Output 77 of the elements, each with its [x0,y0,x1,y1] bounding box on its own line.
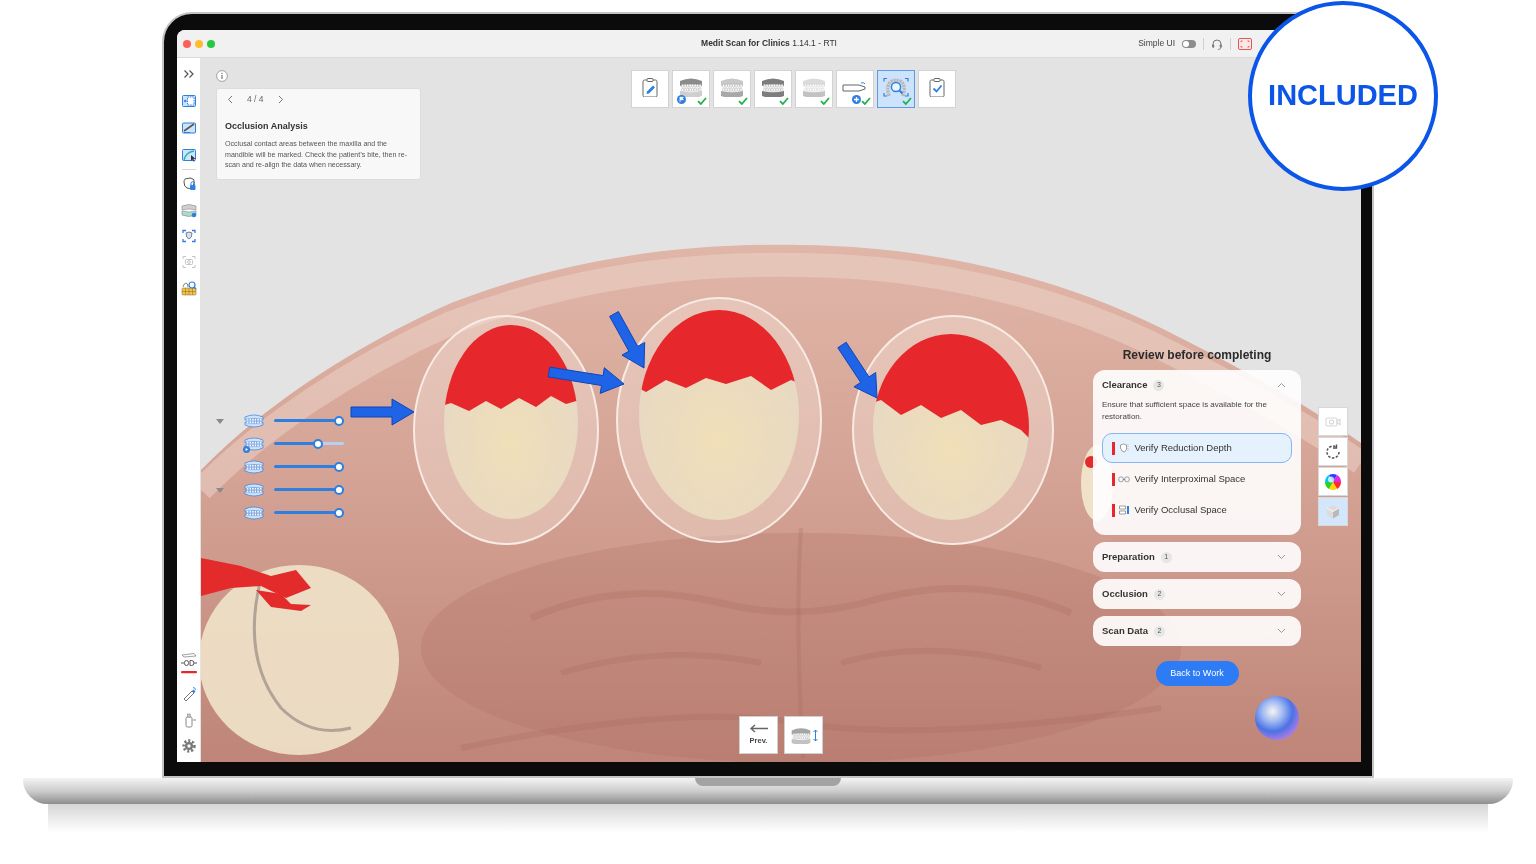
opacity-slider[interactable] [274,484,344,495]
page-indicator: 4 / 4 [247,92,264,106]
simple-ui-label: Simple UI [1138,37,1175,50]
included-badge: INCLUDED [1248,1,1438,191]
chevron-right-icon[interactable] [277,94,284,104]
rotate-icon [1324,442,1342,461]
curve-cursor-icon[interactable] [180,147,197,163]
pointer-arrow [350,398,415,426]
color-wheel-icon [1324,472,1342,491]
settings-icon[interactable] [180,738,197,754]
step-button[interactable] [672,70,710,108]
screen-frame-icon[interactable] [1238,37,1252,50]
bite-view-button[interactable] [784,716,823,754]
tooth-lock-icon[interactable] [180,176,197,192]
gradient-orb-icon[interactable] [1254,695,1300,741]
view-button[interactable] [1318,467,1348,496]
teeth-icon [789,726,812,744]
checklist-item[interactable]: Verify Interproximal Space [1102,464,1292,494]
slider-thumb[interactable] [313,438,323,449]
cube-icon [1324,502,1342,521]
slider-thumb[interactable] [334,484,344,495]
section-title: Scan Data [1102,623,1148,638]
checklist-item[interactable]: Verify Reduction Depth [1102,433,1292,463]
plus-badge-icon [852,95,861,104]
teeth-icon [760,77,786,97]
expand-triangle-icon[interactable] [216,416,224,425]
view-button[interactable] [1318,437,1348,466]
slider-thumb[interactable] [334,507,344,518]
expand-triangle-icon[interactable] [216,485,224,494]
guide-title: Occlusion Analysis [225,121,309,132]
window-title: Medit Scan for Clinics 1.14.1 - RTI [701,37,837,50]
teeth-icon [801,77,827,97]
step-button[interactable] [836,70,874,108]
section-title: Occlusion [1102,586,1148,601]
chevron-down-icon[interactable] [1277,628,1286,634]
simple-ui-toggle[interactable] [1182,39,1196,48]
step-button[interactable] [631,70,669,108]
left-arrow-icon [748,723,769,733]
review-title: Review before completing [1121,347,1273,364]
zoom-icon[interactable] [207,39,215,48]
step-button[interactable] [918,70,956,108]
opacity-slider[interactable] [274,415,344,426]
section-title: Clearance [1102,377,1148,392]
headset-icon[interactable] [1211,37,1223,50]
section-description: Ensure that sufficient space is available for the restoration. [1102,399,1268,423]
opacity-slider[interactable] [274,507,344,518]
close-icon[interactable] [183,39,191,48]
opacity-slider[interactable] [274,461,344,472]
chevron-up-icon[interactable] [1277,382,1286,388]
info-icon[interactable] [216,70,228,82]
link-bar-icon[interactable] [179,652,198,676]
two-teeth-icon [1117,473,1130,485]
tooth-frame-icon[interactable] [180,228,197,244]
section-title: Preparation [1102,549,1155,564]
teeth-icon [719,77,745,97]
step-button[interactable] [713,70,751,108]
slider-thumb[interactable] [334,415,344,426]
checklist-item[interactable]: Verify Occlusal Space [1102,495,1292,525]
flag-badge-icon [677,95,686,104]
opacity-slider[interactable] [274,438,344,449]
chevron-down-icon[interactable] [1277,554,1286,560]
pointer-arrow [837,341,878,399]
tooth-outline-icon [1117,442,1130,454]
chevron-left-icon[interactable] [227,94,233,104]
teeth-search-icon[interactable] [180,280,197,296]
teeth-magnifier-icon [883,77,909,97]
teeth-icon [678,77,704,97]
jaw-icon[interactable] [180,202,197,218]
step-button[interactable] [754,70,792,108]
knife-icon[interactable] [180,120,197,136]
chevron-down-icon[interactable] [1277,591,1286,597]
slider-thumb[interactable] [334,461,344,472]
region-select-icon[interactable] [180,93,197,109]
vertical-double-arrow-icon [812,728,818,742]
back-to-work-button[interactable]: Back to Work [1155,661,1239,686]
step-button[interactable] [877,70,915,108]
tooth-bar-icon [1117,504,1130,516]
